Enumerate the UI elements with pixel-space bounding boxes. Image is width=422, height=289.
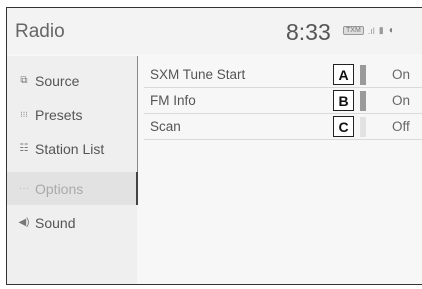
divider (144, 139, 422, 140)
sidebar-item-label: Source (35, 72, 80, 89)
presets-icon: ⁝⁝⁝ (20, 110, 28, 119)
sidebar-item-options[interactable]: ··· Options (7, 172, 137, 205)
option-value: On (392, 67, 411, 82)
sidebar-item-presets[interactable]: ⁝⁝⁝ Presets (7, 98, 137, 131)
txm-badge: TXM (343, 26, 364, 35)
toggle-indicator (360, 116, 366, 137)
sidebar-item-label: Presets (35, 106, 83, 123)
callout-a: A (333, 64, 354, 85)
header-bar: Radio 8:33 TXM .ıl ▮ ◖ (7, 8, 422, 54)
sidebar-item-label: Sound (35, 214, 76, 231)
sidebar-item-station-list[interactable]: ☷ Station List (7, 132, 137, 165)
sidebar-item-source[interactable]: ⧉ Source (7, 64, 137, 97)
sidebar: ⧉ Source ⁝⁝⁝ Presets ☷ Station List ··· … (7, 56, 137, 284)
options-icon: ··· (19, 183, 29, 194)
toggle-indicator (360, 64, 366, 85)
radio-screen: Radio 8:33 TXM .ıl ▮ ◖ ⧉ Source ⁝⁝⁝ Pres… (6, 7, 422, 285)
callout-b: B (333, 90, 354, 111)
sound-icon: ◀) (18, 217, 30, 228)
battery-icon: ▮ (378, 25, 384, 35)
option-row-scan[interactable]: Scan C Off (144, 114, 422, 139)
toggle-indicator (360, 90, 366, 111)
sidebar-item-sound[interactable]: ◀) Sound (7, 206, 137, 239)
option-value: Off (392, 119, 410, 134)
source-icon: ⧉ (20, 75, 28, 86)
option-value: On (392, 93, 411, 108)
status-area: TXM .ıl ▮ ◖ (343, 25, 394, 36)
option-row-fm-info[interactable]: FM Info B On (144, 88, 422, 113)
options-list: SXM Tune Start A On FM Info B On Scan C … (144, 62, 422, 140)
callout-c: C (333, 116, 354, 137)
station-list-icon: ☷ (19, 143, 29, 154)
page-title: Radio (15, 21, 65, 42)
selection-indicator (136, 172, 138, 205)
phone-icon: ◖ (387, 25, 394, 36)
sidebar-item-label: Station List (35, 140, 105, 157)
sidebar-item-label: Options (35, 180, 84, 197)
option-label: SXM Tune Start (150, 67, 246, 82)
clock: 8:33 (286, 19, 331, 45)
option-label: Scan (150, 119, 181, 134)
signal-icon: .ıl (367, 25, 375, 36)
option-row-sxm-tune-start[interactable]: SXM Tune Start A On (144, 62, 422, 87)
option-label: FM Info (150, 93, 196, 108)
